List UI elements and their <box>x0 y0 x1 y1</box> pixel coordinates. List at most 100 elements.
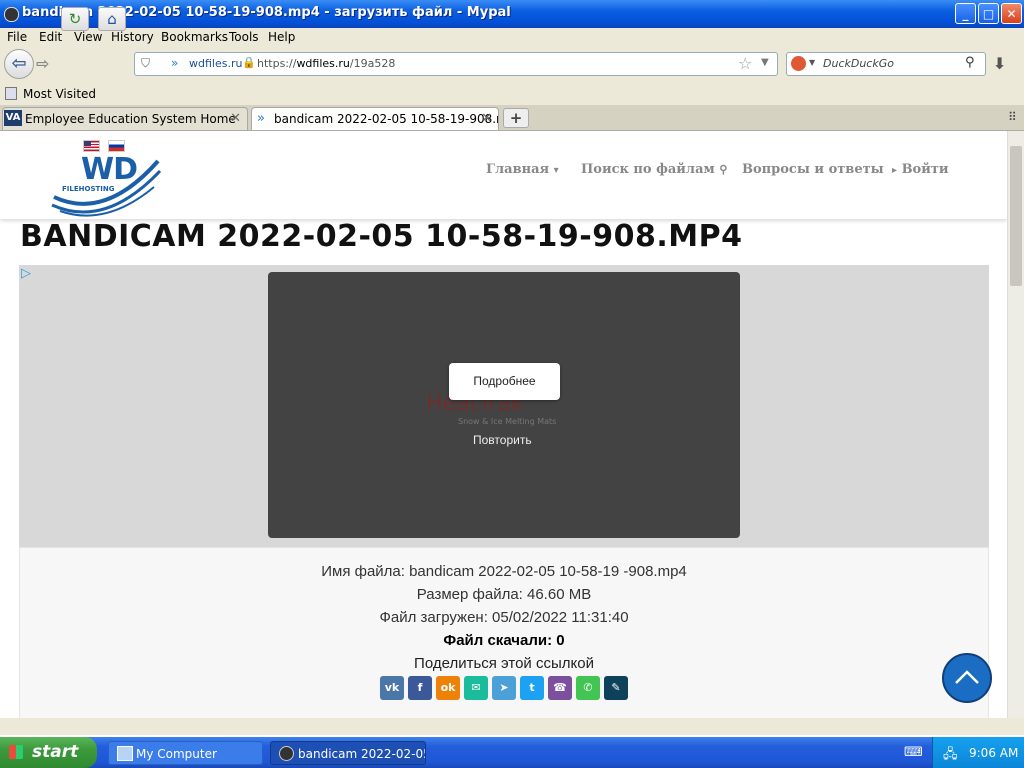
window-title-bar[interactable]: bandicam 2022-02-05 10-58-19-908.mp4 - з… <box>0 0 1024 28</box>
menu-bar: File Edit View History Bookmarks Tools H… <box>0 28 1024 46</box>
bookmark-star-icon[interactable]: ☆ <box>738 54 752 73</box>
forward-button[interactable]: ⇨ <box>36 54 49 73</box>
nav-file-search[interactable]: Поиск по файлам ⚲ <box>581 162 727 177</box>
menu-bookmarks[interactable]: Bookmarks <box>161 30 228 44</box>
scroll-to-top-button[interactable] <box>942 653 992 703</box>
site-identity-label[interactable]: wdfiles.ru <box>189 57 242 70</box>
home-icon: ⌂ <box>107 10 117 28</box>
ad-brand-tagline: Snow & Ice Melting Mats <box>458 417 557 426</box>
us-flag-icon[interactable] <box>83 140 100 152</box>
nav-login-label: Войти <box>901 162 949 177</box>
vertical-scrollbar[interactable] <box>1007 131 1024 718</box>
menu-history[interactable]: History <box>111 30 154 44</box>
chevron-down-icon: ▾ <box>553 165 559 176</box>
download-arrow-icon: ⬇ <box>993 54 1007 73</box>
duckduckgo-engine-icon[interactable] <box>791 56 806 71</box>
menu-help[interactable]: Help <box>268 30 295 44</box>
minimize-button[interactable]: _ <box>955 3 976 24</box>
tab-bandicam[interactable]: » bandicam 2022-02-05 10-58-19-908.mp4..… <box>251 107 499 130</box>
page-viewport: WD FILEHOSTING Главная ▾ Поиск по файлам… <box>0 131 1007 718</box>
downloads-button[interactable]: ⬇ <box>993 54 1006 73</box>
reload-icon: ↻ <box>68 10 82 28</box>
bookmarks-toolbar: Most Visited <box>0 84 1024 105</box>
tab-label: Employee Education System Home <box>25 112 236 126</box>
url-path: /19a528 <box>349 57 396 70</box>
share-vk-icon[interactable]: vk <box>380 676 404 700</box>
search-bar[interactable]: ▼ DuckDuckGo ⚲ <box>786 52 986 76</box>
tab-close-icon[interactable]: ✕ <box>230 111 241 126</box>
wdfiles-logo[interactable]: WD FILEHOSTING <box>50 152 162 217</box>
lock-icon: 🔒 <box>242 56 256 69</box>
most-visited-link[interactable]: Most Visited <box>23 87 96 101</box>
caret-right-icon: ▸ <box>892 165 898 176</box>
share-whatsapp-icon[interactable]: ✆ <box>576 676 600 700</box>
nav-home-label: Главная <box>486 162 550 177</box>
menu-tools[interactable]: Tools <box>229 30 259 44</box>
nav-login[interactable]: ▸ Войти <box>892 162 949 177</box>
site-identity-icon: » <box>171 56 179 70</box>
system-tray: 🖧 9:06 AM <box>932 737 1024 768</box>
share-telegram-icon[interactable]: ➤ <box>492 676 516 700</box>
shield-icon[interactable]: ⛉ <box>141 56 150 71</box>
logo-text: WD <box>81 152 138 187</box>
file-uploaded: Файл загружен: 05/02/2022 11:31:40 <box>379 609 629 626</box>
plus-icon: + <box>509 109 523 127</box>
tab-list-icon[interactable]: ⠿ <box>1008 110 1017 124</box>
menu-edit[interactable]: Edit <box>39 30 62 44</box>
url-text[interactable]: https://wdfiles.ru/19a528 <box>257 57 395 70</box>
ad-more-button[interactable]: Подробнее <box>449 363 560 400</box>
share-sms-icon[interactable]: ✉ <box>464 676 488 700</box>
maximize-button[interactable]: □ <box>978 3 999 24</box>
share-heading: Поделиться этой ссылкой <box>414 655 594 672</box>
keyboard-icon[interactable]: ⌨ <box>904 745 923 760</box>
adchoices-icon[interactable]: ▷ <box>21 266 31 281</box>
share-livejournal-icon[interactable]: ✎ <box>604 676 628 700</box>
engine-dropdown-icon[interactable]: ▼ <box>809 58 815 67</box>
tab-strip: VA Employee Education System Home ✕ » ba… <box>0 105 1024 131</box>
start-label: start <box>32 742 79 762</box>
ad-video-box[interactable]: HeatTrak Snow & Ice Melting Mats Подробн… <box>268 272 740 538</box>
url-dropdown-icon[interactable]: ▼ <box>761 57 769 68</box>
tab-close-icon[interactable]: ✕ <box>481 111 492 126</box>
download-count: Файл скачали: 0 <box>443 632 565 649</box>
clock[interactable]: 9:06 AM <box>969 746 1018 760</box>
back-button[interactable]: ⇦ <box>4 49 34 79</box>
russian-flag-icon[interactable] <box>108 140 125 152</box>
nav-home[interactable]: Главная ▾ <box>486 162 559 177</box>
site-header: WD FILEHOSTING Главная ▾ Поиск по файлам… <box>0 131 1007 219</box>
computer-icon <box>117 746 133 761</box>
url-prefix: https:// <box>257 57 297 70</box>
reload-button[interactable]: ↻ <box>61 7 89 31</box>
tab-employee-education[interactable]: VA Employee Education System Home ✕ <box>2 107 248 130</box>
share-facebook-icon[interactable]: f <box>408 676 432 700</box>
network-icon[interactable]: 🖧 <box>943 745 958 767</box>
share-twitter-icon[interactable]: t <box>520 676 544 700</box>
start-button[interactable]: start <box>0 737 97 768</box>
close-button[interactable]: ✕ <box>1001 3 1022 24</box>
share-odnoklassniki-icon[interactable]: ok <box>436 676 460 700</box>
chevron-up-icon <box>955 670 979 684</box>
ad-replay-link[interactable]: Повторить <box>473 433 532 447</box>
file-size: Размер файла: 46.60 MB <box>416 586 592 603</box>
menu-file[interactable]: File <box>7 30 27 44</box>
taskbar-item-label: bandicam 2022-02-05... <box>298 747 425 761</box>
tab-label: bandicam 2022-02-05 10-58-19-908.mp4... <box>274 112 498 126</box>
menu-view[interactable]: View <box>74 30 102 44</box>
search-input[interactable]: DuckDuckGo <box>823 57 894 70</box>
taskbar-item-my-computer[interactable]: My Computer <box>108 741 263 765</box>
home-button[interactable]: ⌂ <box>98 7 126 31</box>
taskbar-item-label: My Computer <box>136 747 217 761</box>
taskbar-item-mypal[interactable]: bandicam 2022-02-05... <box>270 741 426 765</box>
status-bar <box>0 718 1024 735</box>
nav-faq-label: Вопросы и ответы <box>742 162 884 177</box>
url-host: wdfiles.ru <box>296 57 350 70</box>
nav-faq[interactable]: Вопросы и ответы <box>742 162 884 177</box>
page-title: BANDICAM 2022-02-05 10-58-19-908.MP4 <box>20 219 743 254</box>
new-tab-button[interactable]: + <box>503 108 529 128</box>
forward-arrow-icon: ⇨ <box>36 54 50 73</box>
scrollbar-thumb[interactable] <box>1010 146 1022 286</box>
search-magnifier-icon[interactable]: ⚲ <box>965 55 975 70</box>
url-bar[interactable]: ⛉ » wdfiles.ru 🔒 https://wdfiles.ru/19a5… <box>134 52 778 76</box>
back-arrow-icon: ⇦ <box>11 53 27 74</box>
share-viber-icon[interactable]: ☎ <box>548 676 572 700</box>
